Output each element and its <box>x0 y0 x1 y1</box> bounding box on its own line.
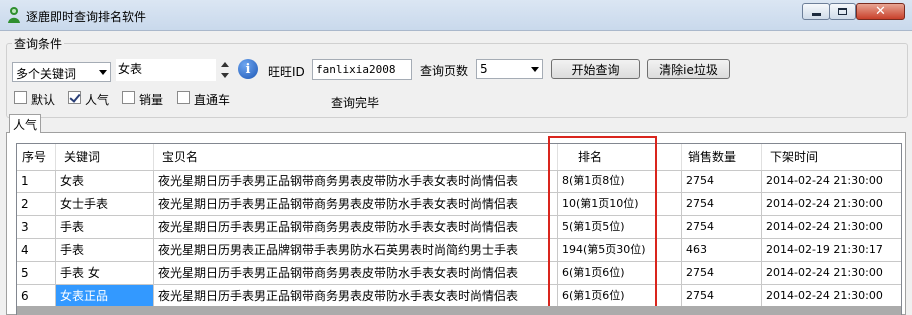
option-direct-train-label: 直通车 <box>194 93 231 107</box>
option-sales-label: 销量 <box>139 93 164 107</box>
table-row[interactable]: 4 手表 夜光星期日历男表正品牌钢带手表男防水石英男表时尚简约男士手表 194(第5页… <box>17 239 901 262</box>
cell-sales[interactable]: 2754 <box>682 216 762 239</box>
cell-delist-time[interactable]: 2014-02-24 21:30:00 <box>762 262 901 285</box>
cell-delist-time[interactable]: 2014-02-19 21:30:17 <box>762 239 901 262</box>
clear-ie-cache-button[interactable]: 清除ie垃圾 <box>647 59 730 79</box>
cell-product[interactable]: 夜光星期日历手表男正品钢带商务男表皮带防水手表女表时尚情侣表 <box>154 216 558 239</box>
info-icon[interactable]: i <box>238 59 258 79</box>
table-row[interactable]: 3 手表 夜光星期日历手表男正品钢带商务男表皮带防水手表女表时尚情侣表 5(第1页5位… <box>17 216 901 239</box>
table-row[interactable]: 5 手表 女夜光星期日历手表男正品钢带商务男表皮带防水手表女表时尚情侣表 6(第1页… <box>17 262 901 285</box>
keyword-scroll-down-icon[interactable] <box>221 73 229 78</box>
maximize-icon <box>838 8 847 15</box>
cell-index[interactable]: 6 <box>17 285 56 308</box>
table-row[interactable]: 2 女士手表 夜光星期日历手表男正品钢带商务男表皮带防水手表女表时尚情侣表 10(第1… <box>17 193 901 216</box>
status-text: 查询完毕 <box>331 96 380 110</box>
cell-keyword[interactable]: 手表 <box>56 216 154 239</box>
keyword-input-text: 女表 <box>118 62 143 76</box>
cell-index[interactable]: 1 <box>17 170 56 193</box>
query-pages-value: 5 <box>480 62 488 76</box>
cell-product[interactable]: 夜光星期日历手表男正品钢带商务男表皮带防水手表女表时尚情侣表 <box>154 285 558 308</box>
query-group-title: 查询条件 <box>12 35 65 52</box>
chevron-down-icon <box>531 67 539 72</box>
keyword-scroll-up-icon[interactable] <box>221 62 229 67</box>
cell-keyword[interactable]: 手表 <box>56 239 154 262</box>
option-default-checkbox[interactable] <box>14 91 27 104</box>
start-query-button[interactable]: 开始查询 <box>551 59 640 79</box>
close-button[interactable]: ✕ <box>856 3 905 20</box>
app-logo-icon <box>8 7 20 23</box>
keyword-input[interactable]: 女表 <box>116 59 216 81</box>
wangwang-id-label: 旺旺ID <box>268 65 305 79</box>
cell-product[interactable]: 夜光星期日历男表正品牌钢带手表男防水石英男表时尚简约男士手表 <box>154 239 558 262</box>
cell-sales[interactable]: 2754 <box>682 285 762 308</box>
col-header-keyword[interactable]: 关键词 <box>56 144 154 170</box>
cell-index[interactable]: 3 <box>17 216 56 239</box>
chevron-down-icon <box>99 70 107 75</box>
cell-keyword[interactable]: 女表正品 <box>56 285 154 308</box>
cell-keyword[interactable]: 女表 <box>56 170 154 193</box>
query-mode-select[interactable]: 多个关键词 <box>12 62 111 82</box>
close-icon: ✕ <box>875 4 886 19</box>
cell-index[interactable]: 5 <box>17 262 56 285</box>
table-empty-area <box>17 306 901 315</box>
col-header-product[interactable]: 宝贝名 <box>154 144 558 170</box>
query-pages-select[interactable]: 5 <box>476 59 543 79</box>
app-window: 逐鹿即时查询排名软件 ✕ 查询条件 多个关键词 女表 i 旺旺ID fanlix… <box>0 0 912 315</box>
wangwang-id-input[interactable]: fanlixia2008 <box>312 59 412 80</box>
cell-delist-time[interactable]: 2014-02-24 21:30:00 <box>762 170 901 193</box>
cell-delist-time[interactable]: 2014-02-24 21:30:00 <box>762 285 901 308</box>
cell-delist-time[interactable]: 2014-02-24 21:30:00 <box>762 193 901 216</box>
option-popularity-checkbox[interactable] <box>68 91 81 104</box>
window-title: 逐鹿即时查询排名软件 <box>26 10 147 24</box>
col-header-index[interactable]: 序号 <box>17 144 56 170</box>
cell-index[interactable]: 4 <box>17 239 56 262</box>
cell-sales[interactable]: 2754 <box>682 262 762 285</box>
cell-sales[interactable]: 463 <box>682 239 762 262</box>
minimize-icon <box>811 13 821 16</box>
cell-sales[interactable]: 2754 <box>682 170 762 193</box>
cell-product[interactable]: 夜光星期日历手表男正品钢带商务男表皮带防水手表女表时尚情侣表 <box>154 193 558 216</box>
table-row[interactable]: 1 女表 夜光星期日历手表男正品钢带商务男表皮带防水手表女表时尚情侣表 8(第1页8位… <box>17 170 901 193</box>
query-mode-value: 多个关键词 <box>16 67 77 81</box>
col-header-sales[interactable]: 销售数量 <box>682 144 762 170</box>
results-table: 序号 关键词 宝贝名 排名 销售数量 下架时间 1 女表 夜光星期日历手表男正品钢带… <box>16 143 902 315</box>
title-bar[interactable]: 逐鹿即时查询排名软件 ✕ <box>0 0 912 31</box>
minimize-button[interactable] <box>802 3 830 20</box>
cell-keyword[interactable]: 女士手表 <box>56 193 154 216</box>
cell-product[interactable]: 夜光星期日历手表男正品钢带商务男表皮带防水手表女表时尚情侣表 <box>154 262 558 285</box>
option-popularity-label: 人气 <box>85 93 110 107</box>
cell-delist-time[interactable]: 2014-02-24 21:30:00 <box>762 216 901 239</box>
rank-column-highlight <box>548 136 657 308</box>
option-direct-train-checkbox[interactable] <box>177 91 190 104</box>
cell-keyword[interactable]: 手表 女 <box>56 262 154 285</box>
table-row[interactable]: 6 女表正品 夜光星期日历手表男正品钢带商务男表皮带防水手表女表时尚情侣表 6(第1页… <box>17 285 901 308</box>
cell-index[interactable]: 2 <box>17 193 56 216</box>
col-header-delist-time[interactable]: 下架时间 <box>762 144 901 170</box>
cell-sales[interactable]: 2754 <box>682 193 762 216</box>
query-pages-label: 查询页数 <box>420 64 469 78</box>
maximize-button[interactable] <box>829 3 856 20</box>
cell-product[interactable]: 夜光星期日历手表男正品钢带商务男表皮带防水手表女表时尚情侣表 <box>154 170 558 193</box>
option-sales-checkbox[interactable] <box>122 91 135 104</box>
table-header: 序号 关键词 宝贝名 排名 销售数量 下架时间 <box>17 144 901 171</box>
option-default-label: 默认 <box>31 93 56 107</box>
tab-popularity[interactable]: 人气 <box>9 114 41 133</box>
